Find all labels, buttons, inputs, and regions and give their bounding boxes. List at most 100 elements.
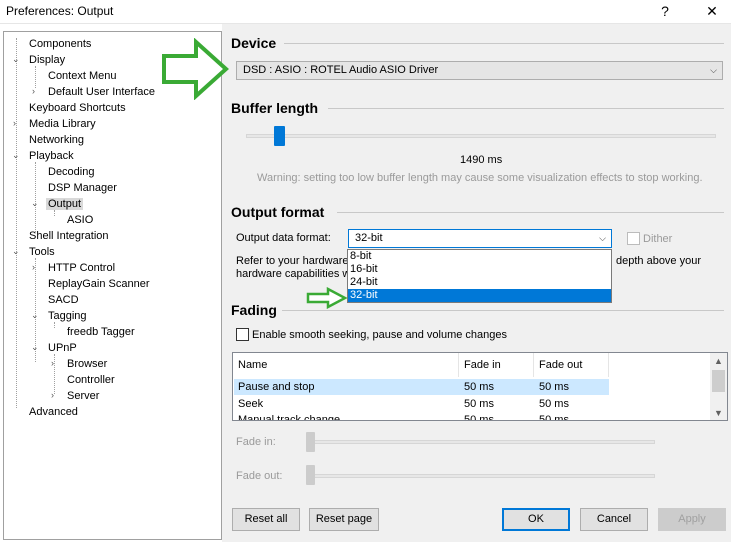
tree-item-server[interactable]: Server <box>67 388 99 404</box>
chevron-down-icon: ⌵ <box>599 233 606 243</box>
tree-item-playback[interactable]: Playback <box>29 148 74 164</box>
divider <box>284 43 724 44</box>
tree-item-advanced[interactable]: Advanced <box>29 404 78 420</box>
chevron-right-icon[interactable]: › <box>51 390 54 400</box>
dropdown-option-32bit[interactable]: 32-bit <box>348 289 611 302</box>
tree-item-default-ui[interactable]: Default User Interface <box>48 84 155 100</box>
tree-line <box>54 354 55 394</box>
preferences-tree[interactable]: Components ⌄ Display Context Menu › Defa… <box>3 31 222 540</box>
tree-item-display[interactable]: Display <box>29 52 65 68</box>
chevron-down-icon[interactable]: ⌄ <box>12 54 20 65</box>
column-header-name[interactable]: Name <box>233 353 459 377</box>
tree-item-output[interactable]: Output <box>46 196 84 212</box>
scrollbar-thumb[interactable] <box>712 370 725 392</box>
tree-item-tagging[interactable]: Tagging <box>48 308 87 324</box>
fade-out-slider-thumb[interactable] <box>306 465 315 485</box>
ok-button[interactable]: OK <box>502 508 570 531</box>
chevron-down-icon[interactable]: ⌄ <box>31 310 39 321</box>
enable-fading-checkbox[interactable] <box>236 328 249 341</box>
tree-line <box>16 38 17 408</box>
table-cell-fade-in[interactable]: 50 ms <box>459 412 494 420</box>
apply-button[interactable]: Apply <box>658 508 726 531</box>
fading-table[interactable]: Name Fade in Fade out Pause and stop 50 … <box>232 352 728 421</box>
help-icon[interactable]: ? <box>650 1 680 23</box>
fade-out-slider-track[interactable] <box>308 474 655 478</box>
table-scrollbar[interactable]: ▲ ▼ <box>710 353 727 420</box>
table-cell-fade-in[interactable]: 50 ms <box>459 379 494 395</box>
device-heading: Device <box>231 35 277 51</box>
annotation-arrow-icon <box>306 287 348 309</box>
device-select[interactable]: DSD : ASIO : ROTEL Audio ASIO Driver ⌵ <box>236 61 723 80</box>
tree-item-http-control[interactable]: HTTP Control <box>48 260 115 276</box>
fade-in-slider-thumb[interactable] <box>306 432 315 452</box>
table-cell-fade-out[interactable]: 50 ms <box>534 379 569 395</box>
format-note-line2: hardware capabilities w <box>236 268 351 280</box>
chevron-right-icon[interactable]: › <box>32 86 35 96</box>
output-format-dropdown-list[interactable]: 8-bit 16-bit 24-bit 32-bit <box>347 249 612 303</box>
reset-page-button[interactable]: Reset page <box>309 508 379 531</box>
buffer-warning: Warning: setting too low buffer length m… <box>257 172 703 184</box>
table-cell-fade-out[interactable]: 50 ms <box>534 396 569 412</box>
format-note-line1: Refer to your hardware <box>236 255 349 267</box>
tree-line <box>35 66 36 88</box>
column-header-fade-in[interactable]: Fade in <box>459 353 534 377</box>
table-cell-name[interactable]: Manual track change <box>233 412 340 420</box>
tree-item-tools[interactable]: Tools <box>29 244 55 260</box>
reset-all-button[interactable]: Reset all <box>232 508 300 531</box>
tree-item-dsp-manager[interactable]: DSP Manager <box>48 180 117 196</box>
enable-fading-label: Enable smooth seeking, pause and volume … <box>252 329 508 341</box>
chevron-down-icon: ⌵ <box>710 65 717 75</box>
tree-item-shell-integration[interactable]: Shell Integration <box>29 228 109 244</box>
buffer-slider-thumb[interactable] <box>273 126 285 146</box>
buffer-heading: Buffer length <box>231 100 319 116</box>
tree-item-asio[interactable]: ASIO <box>67 212 93 228</box>
fade-in-label: Fade in: <box>236 436 276 448</box>
tree-item-media-library[interactable]: Media Library <box>29 116 96 132</box>
dither-checkbox[interactable] <box>627 232 640 245</box>
chevron-right-icon[interactable]: › <box>32 262 35 272</box>
divider <box>328 108 724 109</box>
chevron-down-icon[interactable]: ⌄ <box>12 246 20 257</box>
tree-item-freedb-tagger[interactable]: freedb Tagger <box>67 324 135 340</box>
tree-item-upnp[interactable]: UPnP <box>48 340 77 356</box>
tree-item-context-menu[interactable]: Context Menu <box>48 68 116 84</box>
buffer-slider-track[interactable] <box>246 134 716 138</box>
title-bar: Preferences: Output ? ✕ <box>0 0 731 24</box>
format-note-line1-end: depth above your <box>616 255 702 267</box>
column-header-fade-out[interactable]: Fade out <box>534 353 609 377</box>
table-cell-name[interactable]: Seek <box>233 396 263 412</box>
close-icon[interactable]: ✕ <box>697 1 727 23</box>
output-data-format-select[interactable]: 32-bit ⌵ <box>348 229 612 248</box>
tree-item-sacd[interactable]: SACD <box>48 292 79 308</box>
window-title: Preferences: Output <box>6 4 114 18</box>
tree-item-components[interactable]: Components <box>29 36 91 52</box>
dropdown-option-16bit[interactable]: 16-bit <box>348 263 611 276</box>
table-cell-fade-in[interactable]: 50 ms <box>459 396 494 412</box>
chevron-down-icon[interactable]: ⌄ <box>31 342 39 353</box>
fade-out-label: Fade out: <box>236 470 283 482</box>
chevron-down-icon[interactable]: ⌄ <box>12 150 20 161</box>
cancel-button[interactable]: Cancel <box>580 508 648 531</box>
tree-item-networking[interactable]: Networking <box>29 132 84 148</box>
chevron-down-icon[interactable]: ⌄ <box>31 198 39 209</box>
dropdown-option-8bit[interactable]: 8-bit <box>348 250 611 263</box>
table-cell-name[interactable]: Pause and stop <box>233 379 314 395</box>
chevron-down-icon[interactable]: ▼ <box>710 405 727 420</box>
tree-item-decoding[interactable]: Decoding <box>48 164 94 180</box>
chevron-right-icon[interactable]: › <box>51 358 54 368</box>
buffer-value: 1490 ms <box>460 154 503 166</box>
tree-line <box>35 162 36 232</box>
table-cell-fade-out[interactable]: 50 ms <box>534 412 569 420</box>
output-data-format-value: 32-bit <box>355 232 383 244</box>
tree-item-controller[interactable]: Controller <box>67 372 115 388</box>
tree-item-keyboard-shortcuts[interactable]: Keyboard Shortcuts <box>29 100 126 116</box>
tree-item-browser[interactable]: Browser <box>67 356 107 372</box>
tree-item-replaygain-scanner[interactable]: ReplayGain Scanner <box>48 276 150 292</box>
chevron-right-icon[interactable]: › <box>13 118 16 128</box>
divider <box>282 310 724 311</box>
fade-in-slider-track[interactable] <box>308 440 655 444</box>
annotation-arrow-icon <box>162 38 229 100</box>
chevron-up-icon[interactable]: ▲ <box>710 353 727 370</box>
fading-heading: Fading <box>231 302 277 318</box>
dropdown-option-24bit[interactable]: 24-bit <box>348 276 611 289</box>
